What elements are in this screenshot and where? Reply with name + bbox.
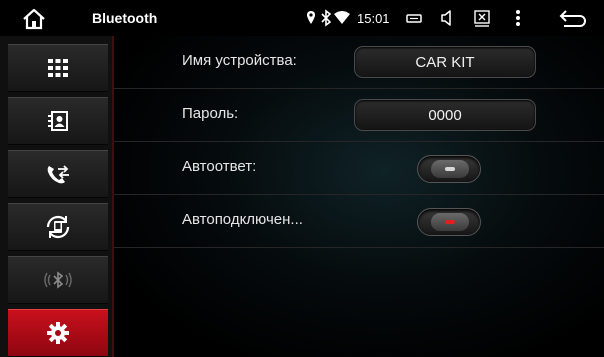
auto-answer-row: Автоответ: <box>114 142 604 195</box>
auto-connect-label: Автоподключен... <box>182 211 303 228</box>
contacts-icon <box>48 111 68 131</box>
password-label: Пароль: <box>182 105 239 122</box>
bluetooth-icon <box>321 9 332 27</box>
sidebar-item-contacts[interactable] <box>8 97 108 145</box>
sidebar <box>0 36 114 357</box>
call-transfer-icon <box>47 165 69 184</box>
device-name-field[interactable]: CAR KIT <box>354 46 536 78</box>
location-icon <box>307 11 315 24</box>
device-name-row: Имя устройства: CAR KIT <box>114 36 604 89</box>
password-field[interactable]: 0000 <box>354 99 536 131</box>
wifi-icon <box>334 11 350 24</box>
toggle-off-indicator <box>445 167 455 171</box>
app-title: Bluetooth <box>92 10 158 26</box>
sidebar-item-settings[interactable] <box>8 309 108 357</box>
dialpad-icon <box>48 59 68 77</box>
sidebar-item-bluetooth-audio[interactable] <box>8 256 108 304</box>
sidebar-item-dialpad[interactable] <box>8 44 108 92</box>
back-icon[interactable] <box>558 8 588 30</box>
sidebar-item-call-log[interactable] <box>8 150 108 198</box>
more-vert-icon[interactable] <box>514 9 522 27</box>
bluetooth-audio-icon <box>44 271 72 289</box>
toggle-on-indicator <box>445 220 455 224</box>
screen-icon[interactable] <box>406 9 422 27</box>
status-bar: Bluetooth 15:01 <box>0 0 604 36</box>
volume-icon[interactable] <box>440 9 454 27</box>
auto-connect-toggle-knob <box>431 213 469 231</box>
auto-connect-toggle[interactable] <box>417 208 481 236</box>
close-box-icon[interactable] <box>474 9 490 27</box>
auto-answer-label: Автоответ: <box>182 158 257 175</box>
home-icon[interactable] <box>22 8 46 30</box>
clock: 15:01 <box>357 11 390 26</box>
auto-answer-toggle[interactable] <box>417 155 481 183</box>
settings-panel: Имя устройства: CAR KIT Пароль: 0000 Авт… <box>114 36 604 357</box>
auto-answer-toggle-knob <box>431 160 469 178</box>
auto-connect-row: Автоподключен... <box>114 195 604 248</box>
sidebar-item-sync[interactable] <box>8 203 108 251</box>
password-row: Пароль: 0000 <box>114 89 604 142</box>
phone-sync-icon <box>46 215 70 239</box>
device-name-label: Имя устройства: <box>182 52 297 69</box>
gear-icon <box>47 322 69 344</box>
